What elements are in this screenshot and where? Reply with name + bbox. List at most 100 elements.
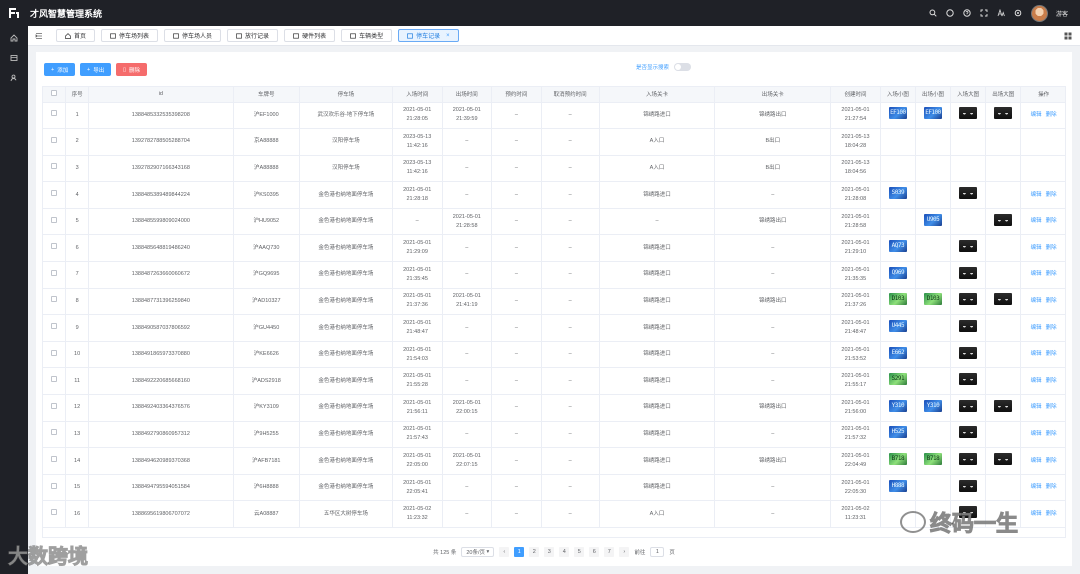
entry-thumbnail[interactable]: H888	[888, 479, 907, 492]
table-row[interactable]: 11 1388492220685668160 沪ADS2918 金色港也纳地面停车场 2…	[43, 367, 1065, 396]
edit-link[interactable]: 编辑	[1031, 404, 1042, 410]
github-icon[interactable]	[946, 9, 955, 18]
exit-thumbnail[interactable]: U905	[923, 213, 942, 226]
exit-thumbnail[interactable]: EF100	[923, 107, 942, 120]
edit-link[interactable]: 编辑	[1031, 378, 1042, 384]
page-button[interactable]: 2	[529, 547, 540, 557]
home-icon[interactable]	[0, 28, 28, 48]
edit-link[interactable]: 编辑	[1031, 431, 1042, 437]
table-row[interactable]: 7 1388487263660060672 沪GQ9695 金色港也纳地面停车场 202…	[43, 261, 1065, 289]
row-checkbox-cell[interactable]	[43, 181, 67, 209]
entry-thumbnail[interactable]: S039	[888, 187, 907, 200]
page-button[interactable]: 6	[589, 547, 600, 557]
select-all-checkbox-cell[interactable]	[43, 87, 67, 103]
edit-link[interactable]: 编辑	[1031, 511, 1042, 517]
table-row[interactable]: 13 1388492790860957312 沪9H5255 金色港也纳地面停车场 20…	[43, 421, 1065, 449]
entry-thumbnail[interactable]: Y310	[888, 399, 907, 412]
entry-thumbnail[interactable]: E662	[888, 346, 907, 359]
entry-thumbnail[interactable]: Q969	[888, 266, 907, 279]
entry-thumbnail[interactable]: EF100	[888, 107, 907, 120]
edit-link[interactable]: 编辑	[1031, 245, 1042, 251]
checkbox[interactable]	[51, 349, 58, 356]
edit-link[interactable]: 编辑	[1031, 112, 1042, 118]
entry-thumbnail[interactable]: H525	[888, 426, 907, 439]
search-icon[interactable]	[929, 9, 938, 18]
row-checkbox-cell[interactable]	[43, 421, 67, 449]
exit-photo[interactable]	[994, 399, 1013, 412]
entry-photo[interactable]	[959, 240, 978, 253]
page-button[interactable]: 5	[574, 547, 585, 557]
fullscreen-icon[interactable]	[980, 9, 989, 18]
delete-link[interactable]: 删除	[1046, 112, 1057, 118]
page-button[interactable]: 1	[514, 547, 525, 557]
checkbox[interactable]	[51, 482, 58, 489]
row-checkbox-cell[interactable]	[43, 208, 67, 236]
row-checkbox-cell[interactable]	[43, 102, 67, 130]
checkbox[interactable]	[51, 323, 58, 330]
prev-page-button[interactable]: ‹	[499, 547, 510, 557]
table-row[interactable]: 3 1392782907166343168 沪A88888 汉阳停车场 2023-05-…	[43, 155, 1065, 183]
table-row[interactable]: 5 1388485599809024000 沪HU9052 金色港也纳地面停车场 –20…	[43, 208, 1065, 236]
jump-input[interactable]: 1	[650, 547, 665, 557]
checkbox[interactable]	[51, 429, 58, 436]
edit-link[interactable]: 编辑	[1031, 218, 1042, 224]
page-size-select[interactable]: 20条/页 ▾	[461, 547, 495, 557]
edit-link[interactable]: 编辑	[1031, 298, 1042, 304]
row-checkbox-cell[interactable]	[43, 261, 67, 289]
tab-home[interactable]: 首页	[56, 29, 96, 42]
table-row[interactable]: 4 1388485389489844224 沪KS0395 金色港也纳地面停车场 202…	[43, 181, 1065, 209]
delete-link[interactable]: 删除	[1046, 378, 1057, 384]
entry-photo[interactable]	[959, 399, 978, 412]
edit-link[interactable]: 编辑	[1031, 351, 1042, 357]
entry-thumbnail[interactable]: AQ73	[888, 240, 907, 253]
tab-parking-list[interactable]: 停车场列表	[101, 29, 159, 42]
entry-photo[interactable]	[959, 453, 978, 466]
exit-thumbnail[interactable]: B718	[923, 453, 942, 466]
row-checkbox-cell[interactable]	[43, 341, 67, 369]
row-checkbox-cell[interactable]	[43, 394, 67, 422]
avatar[interactable]	[1030, 4, 1048, 22]
search-toggle[interactable]: 是否显示搜索	[636, 63, 692, 71]
entry-photo[interactable]	[959, 266, 978, 279]
table-row[interactable]: 6 1388485648819486240 沪AAQ730 金色港也纳地面停车场 202…	[43, 234, 1065, 263]
table-row[interactable]: 10 1388491865973370880 沪KE6626 金色港也纳地面停车场 20…	[43, 341, 1065, 369]
entry-photo[interactable]	[959, 346, 978, 359]
exit-thumbnail[interactable]: Y310	[923, 399, 942, 412]
tab-parking-staff[interactable]: 停车场人员	[164, 29, 222, 42]
row-checkbox-cell[interactable]	[43, 474, 67, 502]
row-checkbox-cell[interactable]	[43, 367, 67, 396]
tab-hardware-list[interactable]: 硬件列表	[284, 29, 336, 42]
checkbox[interactable]	[51, 296, 58, 303]
checkbox[interactable]	[51, 136, 58, 143]
checkbox[interactable]	[51, 190, 58, 197]
exit-thumbnail[interactable]: D103	[923, 293, 942, 306]
entry-photo[interactable]	[959, 107, 978, 120]
exit-photo[interactable]	[994, 293, 1013, 306]
entry-thumbnail[interactable]: U445	[888, 320, 907, 333]
row-checkbox-cell[interactable]	[43, 128, 67, 156]
checkbox[interactable]	[51, 402, 58, 409]
row-checkbox-cell[interactable]	[43, 288, 67, 316]
table-row[interactable]: 8 1388487731396259840 沪AD10327 金色港也纳地面停车场 20…	[43, 288, 1065, 316]
next-page-button[interactable]: ›	[619, 547, 630, 557]
page-button[interactable]: 4	[559, 547, 570, 557]
page-button[interactable]: 3	[544, 547, 555, 557]
menu-fold-icon[interactable]	[28, 32, 50, 40]
edit-link[interactable]: 编辑	[1031, 325, 1042, 331]
delete-link[interactable]: 删除	[1046, 431, 1057, 437]
entry-thumbnail[interactable]: B718	[888, 453, 907, 466]
question-icon[interactable]	[963, 9, 972, 18]
close-icon[interactable]: ×	[446, 33, 450, 39]
delete-link[interactable]: 删除	[1046, 245, 1057, 251]
checkbox[interactable]	[51, 110, 58, 117]
delete-link[interactable]: 删除	[1046, 351, 1057, 357]
entry-photo[interactable]	[959, 187, 978, 200]
table-row[interactable]: 1 1388485332535398208 沪EF1000 武汉欢乐谷-地下停车场 20…	[43, 102, 1065, 130]
tab-release-records[interactable]: 放行记录	[227, 29, 279, 42]
exit-photo[interactable]	[994, 107, 1013, 120]
table-row[interactable]: 15 1388494795594051584 沪6H8888 金色港也纳地面停车场 20…	[43, 474, 1065, 502]
entry-thumbnail[interactable]: D103	[888, 293, 907, 306]
tab-parking-records[interactable]: 停车记录 ×	[398, 29, 459, 42]
delete-link[interactable]: 删除	[1046, 404, 1057, 410]
entry-photo[interactable]	[959, 479, 978, 492]
